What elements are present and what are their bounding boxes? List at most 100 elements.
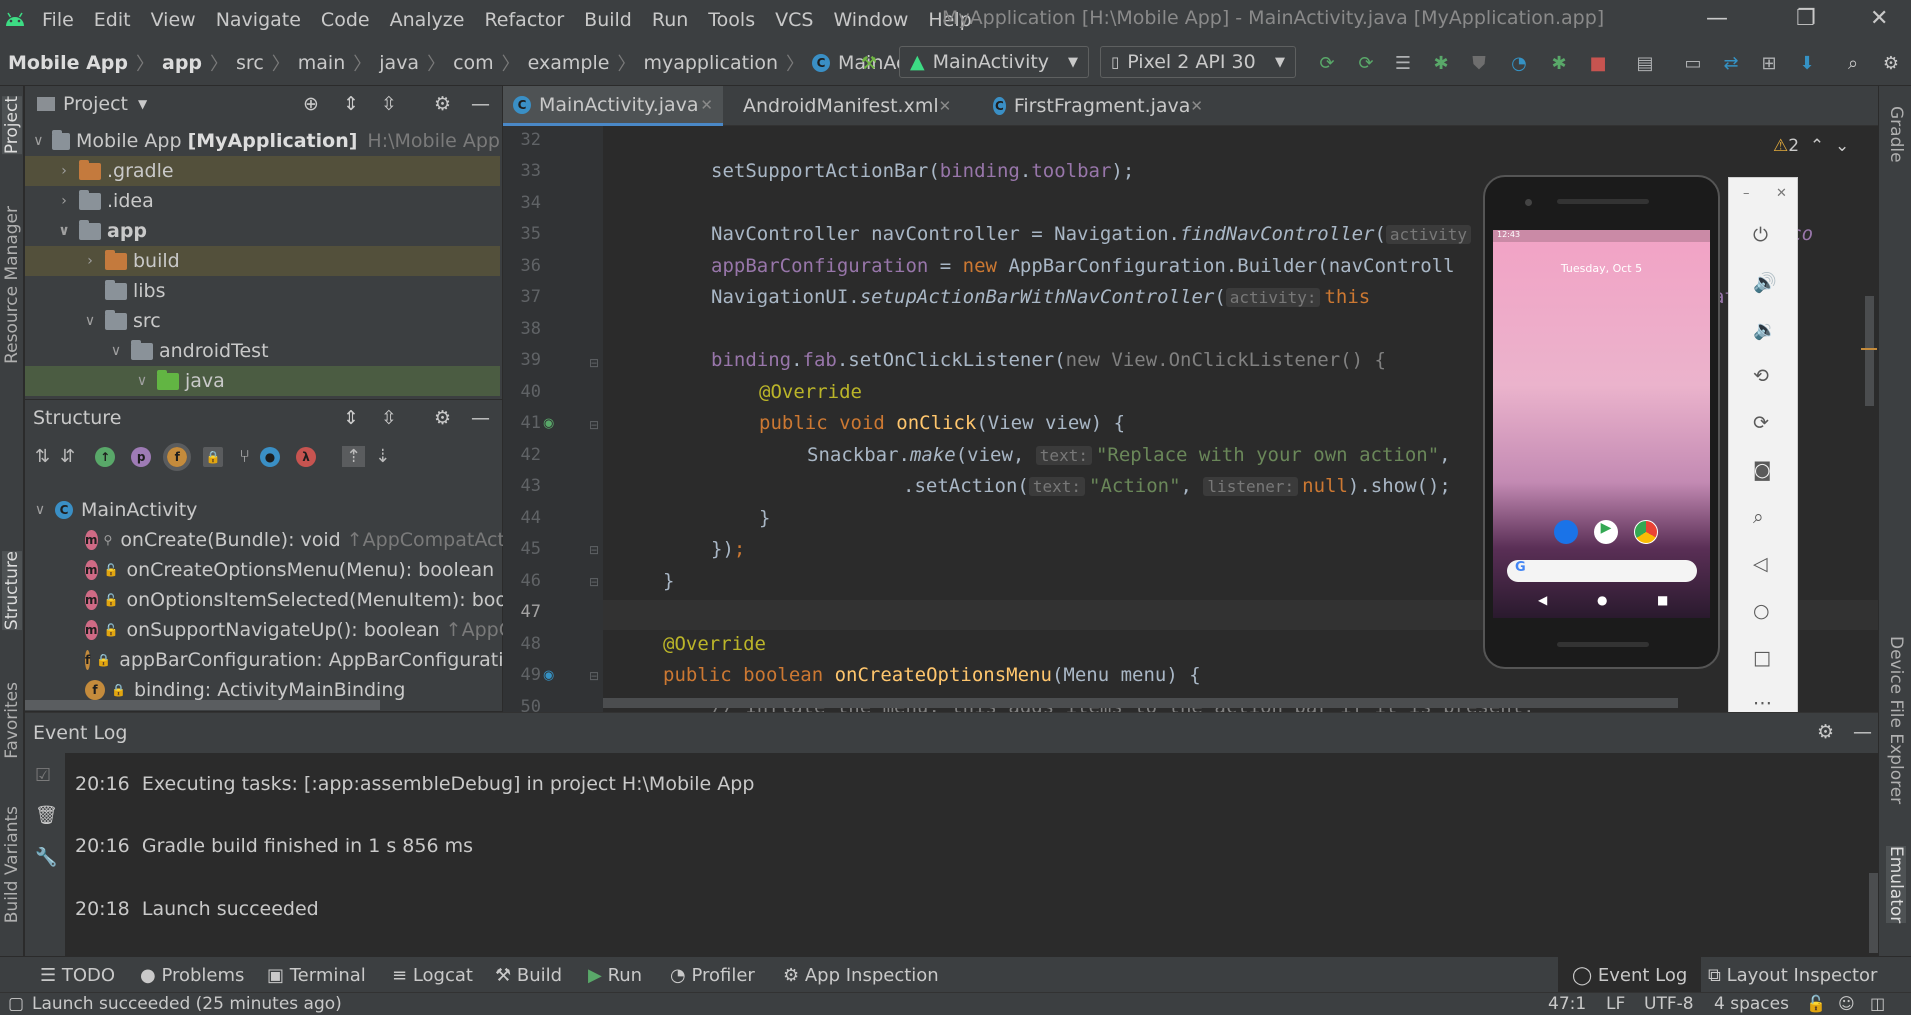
layout-inspector-icon[interactable]: ⊞ (1758, 52, 1780, 74)
gear-icon[interactable]: ⚙ (434, 407, 451, 429)
autoscroll-from-source-icon[interactable]: ⇣ (375, 446, 390, 467)
show-inherited-icon[interactable]: ↑ (95, 446, 116, 467)
menu-navigate[interactable]: Navigate (216, 9, 301, 31)
project-panel-title[interactable]: Project (63, 93, 128, 115)
menu-run[interactable]: Run (652, 9, 688, 31)
hide-icon[interactable]: — (1853, 721, 1872, 743)
collapse-all-icon[interactable]: ⇳ (381, 407, 397, 429)
tool-gradle[interactable]: Gradle (1886, 106, 1906, 163)
override-gutter-icon[interactable]: ◉ (543, 668, 554, 683)
chrome-app-icon[interactable] (1634, 520, 1658, 544)
minimize-icon[interactable]: – (1743, 186, 1750, 201)
zoom-icon[interactable]: ⌕ (1753, 506, 1764, 528)
structure-member[interactable]: m ⚲ onCreate(Bundle): void ↑AppCompatActiv (25, 525, 521, 555)
settings-icon[interactable]: ⚙ (1880, 52, 1902, 74)
crumb-project[interactable]: Mobile App (8, 52, 128, 74)
shield-icon[interactable]: ⛊ (1468, 52, 1490, 74)
horizontal-scrollbar[interactable] (603, 698, 1678, 708)
menu-code[interactable]: Code (321, 9, 370, 31)
tool-todo[interactable]: ☰ TODO (40, 965, 115, 986)
menu-analyze[interactable]: Analyze (390, 9, 465, 31)
apply-code-changes-icon[interactable]: ⟳ (1355, 52, 1377, 74)
override-gutter-icon[interactable]: ◉ (543, 416, 554, 431)
search-icon[interactable]: ⌕ (1842, 52, 1864, 74)
sort-alpha-icon[interactable]: ⇵ (60, 446, 75, 467)
minimize-icon[interactable]: — (1706, 6, 1728, 31)
hide-icon[interactable]: — (471, 93, 490, 115)
crumb-main[interactable]: main (298, 52, 345, 74)
sdk-manager-icon[interactable]: ⬇ (1796, 52, 1818, 74)
tool-build[interactable]: ⚒ Build (495, 965, 562, 986)
tool-device-file-explorer[interactable]: Device File Explorer (1886, 636, 1906, 804)
tool-logcat[interactable]: ≡ Logcat (392, 965, 473, 986)
tool-structure[interactable]: Structure (2, 551, 22, 631)
home-icon[interactable]: ○ (1753, 600, 1770, 622)
close-tab-icon[interactable]: ✕ (939, 97, 952, 115)
horizontal-scrollbar[interactable] (25, 700, 380, 710)
fold-icon[interactable]: ⊟ (589, 543, 599, 557)
hide-icon[interactable]: — (471, 407, 490, 429)
device-manager-icon[interactable]: ▭ (1682, 52, 1704, 74)
status-square-icon[interactable]: ▢ (8, 994, 24, 1014)
emulator-screen[interactable]: 12:43 Tuesday, Oct 5 ▶ G ◀ ● ■ (1493, 230, 1710, 618)
memory-icon[interactable]: ◫ (1870, 994, 1885, 1013)
debug-icon[interactable]: ✱ (1430, 52, 1452, 74)
tree-item-app[interactable]: ∨ app (25, 216, 500, 246)
line-separator[interactable]: LF (1606, 994, 1625, 1014)
apply-changes-restart-icon[interactable]: ⟳ (1316, 52, 1338, 74)
project-structure-icon[interactable]: ▤ (1634, 52, 1656, 74)
tool-app-inspection[interactable]: ⚙ App Inspection (783, 965, 939, 986)
tab-mainactivity[interactable]: C MainActivity.java ✕ (503, 86, 723, 126)
trash-icon[interactable]: 🗑 (35, 805, 58, 826)
gear-icon[interactable]: ⚙ (1817, 721, 1834, 743)
power-icon[interactable]: ⏻ (1753, 224, 1768, 246)
tool-resource-manager[interactable]: Resource Manager (2, 206, 22, 364)
tool-emulator[interactable]: Emulator (1886, 846, 1906, 924)
show-properties-icon[interactable]: p (131, 446, 152, 467)
fold-icon[interactable]: ⊟ (589, 356, 599, 370)
nav-home-icon[interactable]: ● (1597, 593, 1607, 607)
tool-build-variants[interactable]: Build Variants (2, 806, 22, 923)
crumb-myapplication[interactable]: myapplication (643, 52, 778, 74)
crumb-java[interactable]: java (379, 52, 419, 74)
fold-icon[interactable]: ⊟ (589, 669, 599, 683)
show-non-public-icon[interactable]: 🔒 (203, 446, 224, 467)
tree-item-gradle[interactable]: › .gradle (25, 156, 500, 186)
profile-icon[interactable]: ◔ (1508, 52, 1530, 74)
restore-icon[interactable]: ❐ (1796, 6, 1816, 31)
tool-event-log[interactable]: ◯ Event Log (1558, 957, 1702, 993)
crumb-app[interactable]: app (162, 52, 202, 74)
expand-all-icon[interactable]: ⇕ (343, 407, 359, 429)
vertical-scrollbar[interactable] (1869, 873, 1878, 953)
collapse-all-icon[interactable]: ⇳ (381, 93, 397, 115)
tool-terminal[interactable]: ▣ Terminal (267, 965, 366, 986)
tool-run[interactable]: ▶ Run (588, 965, 642, 986)
back-icon[interactable]: ◁ (1753, 553, 1768, 575)
show-lambdas-icon[interactable]: ● (260, 446, 280, 467)
volume-down-icon[interactable]: 🔉 (1753, 318, 1777, 341)
close-tab-icon[interactable]: ✕ (1190, 97, 1203, 115)
tree-item-build[interactable]: › build (25, 246, 500, 276)
structure-root[interactable]: ∨ C MainActivity (25, 495, 500, 525)
tool-problems[interactable]: ● Problems (140, 965, 244, 986)
chevron-down-icon[interactable]: ▼ (138, 97, 147, 111)
menu-build[interactable]: Build (584, 9, 632, 31)
menu-edit[interactable]: Edit (94, 9, 131, 31)
locate-icon[interactable]: ⊕ (303, 93, 319, 115)
crumb-example[interactable]: example (528, 52, 610, 74)
vertical-scrollbar[interactable] (1865, 296, 1874, 406)
hammer-icon[interactable]: ⚒ (858, 52, 880, 74)
tool-favorites[interactable]: Favorites (2, 682, 22, 759)
show-anonymous-icon[interactable]: ⑂ (239, 446, 250, 467)
close-tab-icon[interactable]: ✕ (700, 96, 713, 114)
messages-app-icon[interactable] (1554, 520, 1578, 544)
tree-item-src[interactable]: ∨ src (25, 306, 500, 336)
sync-gradle-icon[interactable]: ⇄ (1720, 52, 1742, 74)
play-store-app-icon[interactable]: ▶ (1594, 520, 1618, 544)
close-icon[interactable]: ✕ (1776, 186, 1787, 201)
tool-layout-inspector[interactable]: ⧉ Layout Inspector (1708, 965, 1877, 986)
sort-by-type-icon[interactable]: ⇅ (35, 446, 50, 467)
menu-tools[interactable]: Tools (708, 9, 755, 31)
tree-item-androidtest[interactable]: ∨ androidTest (25, 336, 500, 366)
nav-back-icon[interactable]: ◀ (1538, 593, 1547, 607)
